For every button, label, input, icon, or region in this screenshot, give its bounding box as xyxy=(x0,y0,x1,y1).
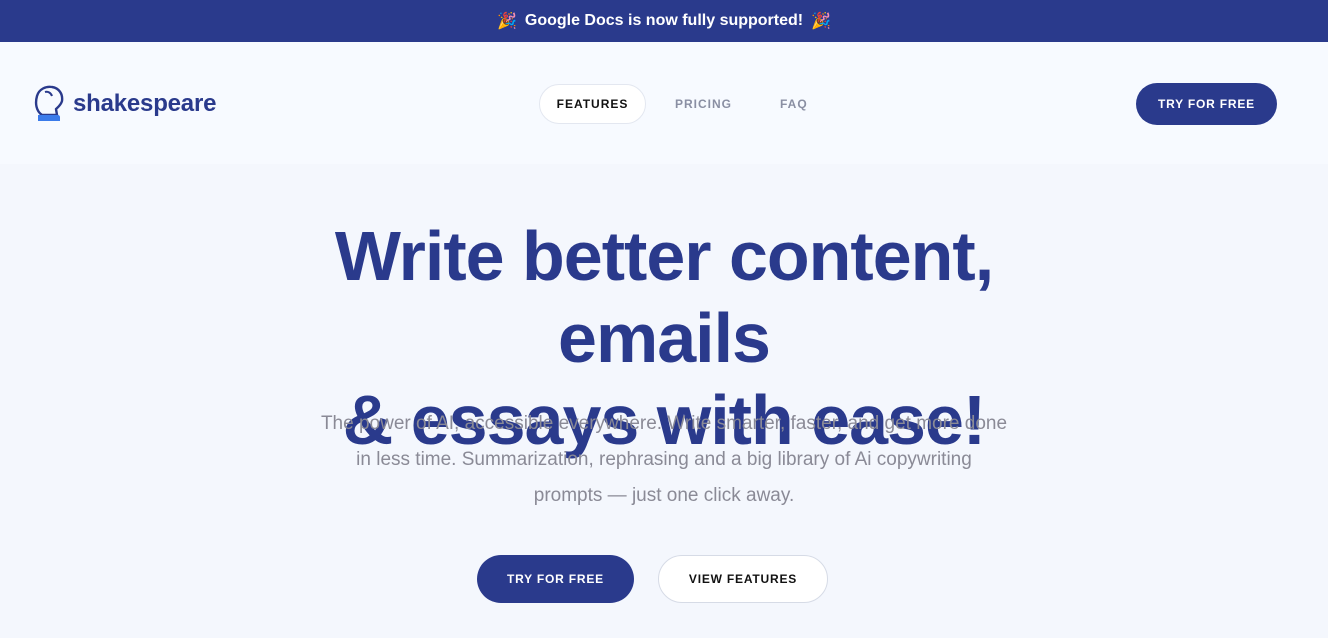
logo-text: shakespeare xyxy=(73,90,217,117)
hero-try-for-free-button[interactable]: TRY FOR FREE xyxy=(477,555,634,603)
view-features-button[interactable]: VIEW FEATURES xyxy=(658,555,828,603)
nav-features[interactable]: FEATURES xyxy=(539,84,646,124)
announcement-banner: 🎉 Google Docs is now fully supported! 🎉 xyxy=(0,0,1328,42)
try-for-free-button[interactable]: TRY FOR FREE xyxy=(1136,83,1277,125)
hero-cta-group: TRY FOR FREE VIEW FEATURES xyxy=(477,555,828,603)
navbar: shakespeare FEATURES PRICING FAQ TRY FOR… xyxy=(0,42,1328,164)
logo[interactable]: shakespeare xyxy=(33,84,216,124)
banner-text: Google Docs is now fully supported! xyxy=(524,12,804,29)
party-popper-icon: 🎉 xyxy=(811,13,832,30)
hero-subtitle: The power of AI, accessible everywhere. … xyxy=(320,413,1008,506)
party-popper-icon: 🎉 xyxy=(496,13,517,30)
nav-pricing[interactable]: PRICING xyxy=(655,84,752,124)
bust-icon xyxy=(34,85,64,121)
hero-title-line-1: Write better content, emails xyxy=(334,217,994,377)
nav-faq[interactable]: FAQ xyxy=(760,84,828,124)
main-nav: FEATURES PRICING FAQ xyxy=(539,84,828,124)
